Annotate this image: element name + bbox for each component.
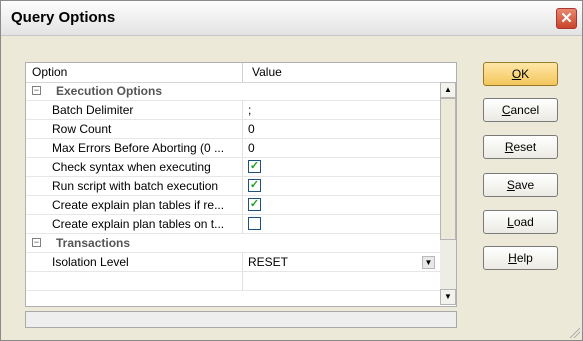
- collapse-icon[interactable]: −: [32, 86, 41, 95]
- category-row-execution-options[interactable]: − Execution Options: [26, 82, 440, 101]
- checkbox[interactable]: ✓: [248, 160, 261, 173]
- vertical-scrollbar[interactable]: ▲ ▼: [440, 82, 456, 305]
- cancel-button[interactable]: Cancel: [483, 98, 558, 122]
- load-label: oad: [513, 215, 534, 229]
- cancel-label: ancel: [510, 103, 540, 117]
- row-divider: [242, 196, 243, 214]
- row-divider: [242, 177, 243, 195]
- scroll-up-icon[interactable]: ▲: [440, 82, 456, 98]
- help-label: elp: [516, 251, 533, 265]
- row-divider: [242, 158, 243, 176]
- property-row-create-explain-plan-on[interactable]: Create explain plan tables on t...: [26, 215, 440, 234]
- collapse-icon[interactable]: −: [32, 238, 41, 247]
- checkmark-icon: ✓: [249, 179, 260, 191]
- ok-button[interactable]: OK: [483, 62, 558, 86]
- help-button[interactable]: Help: [483, 246, 558, 270]
- save-mnemonic: S: [506, 178, 515, 192]
- save-button[interactable]: Save: [483, 173, 558, 197]
- column-header-option[interactable]: Option: [32, 65, 67, 79]
- row-divider: [242, 272, 243, 290]
- property-row-batch-delimiter[interactable]: Batch Delimiter ;: [26, 101, 440, 120]
- row-divider: [242, 253, 243, 271]
- property-row-create-explain-plan-if[interactable]: Create explain plan tables if re... ✓: [26, 196, 440, 215]
- category-label: Execution Options: [56, 84, 163, 98]
- property-row-max-errors[interactable]: Max Errors Before Aborting (0 ... 0: [26, 139, 440, 158]
- property-row-check-syntax[interactable]: Check syntax when executing ✓: [26, 158, 440, 177]
- options-grid[interactable]: Option Value − Execution Options Batch D…: [25, 62, 457, 307]
- row-divider: [242, 139, 243, 157]
- reset-label: eset: [513, 140, 537, 154]
- checkbox[interactable]: ✓: [248, 179, 261, 192]
- property-label: Create explain plan tables on t...: [52, 217, 225, 231]
- property-row-isolation-level[interactable]: Isolation Level RESET ▼: [26, 253, 440, 272]
- dropdown-arrow-icon[interactable]: ▼: [422, 256, 435, 269]
- property-label: Create explain plan tables if re...: [52, 198, 225, 212]
- help-mnemonic: H: [508, 251, 517, 265]
- description-bar: [25, 311, 457, 328]
- property-label: Isolation Level: [52, 255, 129, 269]
- ok-mnemonic: O: [511, 67, 522, 81]
- checkmark-icon: ✓: [249, 198, 260, 210]
- property-label: Row Count: [52, 122, 112, 136]
- ok-label: K: [521, 67, 530, 81]
- save-label: ave: [514, 178, 535, 192]
- column-header-value[interactable]: Value: [252, 65, 282, 79]
- grid-header: Option Value: [26, 63, 440, 83]
- property-value[interactable]: 0: [248, 122, 255, 136]
- scroll-thumb[interactable]: [440, 98, 456, 240]
- property-row-row-count[interactable]: Row Count 0: [26, 120, 440, 139]
- dialog-title: Query Options: [11, 9, 116, 26]
- property-label: Max Errors Before Aborting (0 ...: [52, 141, 225, 155]
- category-row-transactions[interactable]: − Transactions: [26, 234, 440, 253]
- close-icon: ✕: [560, 10, 573, 27]
- title-bar: Query Options ✕: [1, 1, 582, 36]
- row-divider: [242, 215, 243, 233]
- isolation-level-value[interactable]: RESET: [248, 255, 288, 269]
- property-value[interactable]: 0: [248, 141, 255, 155]
- empty-row: [26, 272, 440, 291]
- property-value[interactable]: ;: [248, 103, 251, 117]
- resize-grip-icon[interactable]: [568, 326, 580, 338]
- reset-button[interactable]: Reset: [483, 135, 558, 159]
- checkbox[interactable]: ✓: [248, 198, 261, 211]
- row-divider: [242, 101, 243, 119]
- checkmark-icon: ✓: [249, 160, 260, 172]
- close-button[interactable]: ✕: [556, 8, 577, 29]
- category-label: Transactions: [56, 236, 131, 250]
- property-label: Batch Delimiter: [52, 103, 134, 117]
- property-label: Check syntax when executing: [52, 160, 211, 174]
- load-button[interactable]: Load: [483, 210, 558, 234]
- scroll-down-icon[interactable]: ▼: [440, 289, 456, 305]
- row-divider: [242, 120, 243, 138]
- column-divider[interactable]: [242, 63, 243, 82]
- property-row-run-script-batch[interactable]: Run script with batch execution ✓: [26, 177, 440, 196]
- load-mnemonic: L: [507, 215, 514, 229]
- query-options-dialog: Query Options ✕ Option Value − Execution…: [0, 0, 583, 341]
- property-label: Run script with batch execution: [52, 179, 219, 193]
- checkbox-unchecked[interactable]: [248, 217, 261, 230]
